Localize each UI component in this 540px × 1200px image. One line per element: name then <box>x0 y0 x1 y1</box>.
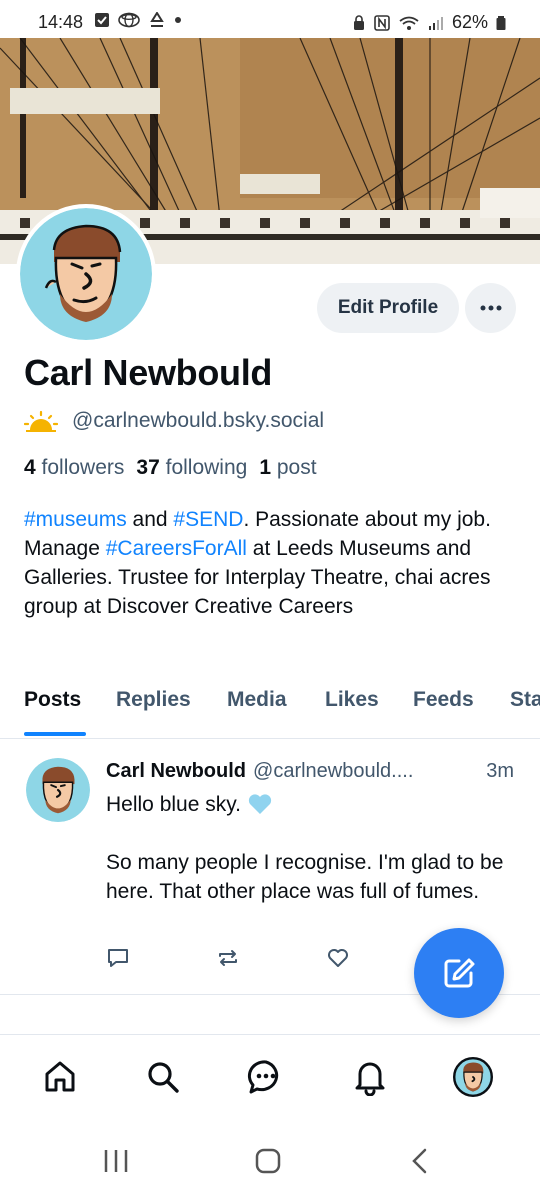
recycle-icon <box>150 12 164 27</box>
reply-button[interactable] <box>106 946 216 972</box>
ellipsis-icon <box>480 305 501 311</box>
nav-notifications[interactable] <box>348 1055 392 1099</box>
compose-icon <box>444 958 475 988</box>
tab-likes[interactable]: Likes <box>325 688 379 712</box>
notification-icons <box>94 12 182 28</box>
system-navigation-bar <box>0 1128 540 1200</box>
display-name: Carl Newbould <box>24 352 273 393</box>
tab-feeds[interactable]: Feeds <box>413 688 474 712</box>
post-handle[interactable]: @carlnewbould.... <box>253 760 413 783</box>
profile-stats: 4 followers 37 following 1 post <box>24 456 317 480</box>
bell-icon <box>355 1062 385 1096</box>
wifi-icon <box>399 16 419 30</box>
post-text: Hello blue sky. So many people I recogni… <box>106 793 510 903</box>
lock-icon <box>353 14 364 30</box>
status-right-icons: 62% <box>352 12 506 33</box>
chat-icon <box>247 1060 279 1094</box>
post-header: Carl Newbould @carlnewbould.... 3m <box>106 760 526 783</box>
avatar-image <box>20 208 152 340</box>
post-actions <box>106 946 436 972</box>
signal-icon <box>428 16 443 30</box>
avatar <box>453 1057 493 1097</box>
posts-stat: 1 post <box>259 456 317 479</box>
active-tab-indicator <box>24 732 86 736</box>
tab-posts[interactable]: Posts <box>24 688 81 712</box>
hashtag-link[interactable]: #museums <box>24 508 127 531</box>
post-author[interactable]: Carl Newbould <box>106 760 246 783</box>
nav-home[interactable] <box>38 1055 82 1099</box>
toyota-logo-icon <box>118 12 140 28</box>
post-avatar[interactable] <box>26 758 90 822</box>
dot-icon <box>175 17 181 23</box>
post-timestamp[interactable]: 3m <box>486 760 514 783</box>
tab-media[interactable]: Media <box>227 688 287 712</box>
hashtag-link[interactable]: #CareersForAll <box>106 537 247 560</box>
profile-avatar[interactable] <box>16 204 156 344</box>
light-blue-heart-icon <box>248 794 271 814</box>
status-time: 14:48 <box>38 12 84 32</box>
profile-handle: @carlnewbould.bsky.social <box>72 409 325 432</box>
repost-icon <box>219 950 237 966</box>
recent-apps-button[interactable] <box>102 1148 130 1179</box>
hashtag-link[interactable]: #SEND <box>173 508 243 531</box>
battery-icon <box>496 15 506 30</box>
handle-row: @carlnewbould.bsky.social <box>24 409 324 433</box>
tab-replies[interactable]: Replies <box>116 688 191 712</box>
search-icon <box>148 1062 179 1093</box>
speech-bubble-icon <box>108 949 128 967</box>
following-stat[interactable]: 37 following <box>136 456 247 480</box>
recent-apps-icon <box>104 1150 128 1172</box>
home-icon <box>45 1061 75 1092</box>
compose-button[interactable] <box>414 928 504 1018</box>
profile-bio: #museums and #SEND. Passionate about my … <box>24 508 491 618</box>
system-home-button[interactable] <box>254 1148 282 1179</box>
bottom-navigation <box>0 1034 540 1127</box>
followers-stat[interactable]: 4 followers <box>24 456 124 480</box>
repost-button[interactable] <box>216 946 326 972</box>
more-options-button[interactable] <box>465 283 516 333</box>
tab-starter-packs[interactable]: Sta <box>510 688 540 712</box>
system-back-button[interactable] <box>406 1148 434 1179</box>
profile-tabs: Posts Replies Media Likes Feeds Sta <box>0 682 540 739</box>
system-home-icon <box>255 1148 281 1174</box>
heart-icon <box>328 949 348 967</box>
sun-emoji-icon <box>24 410 58 432</box>
battery-percent: 62% <box>451 12 488 32</box>
nav-chat[interactable] <box>244 1055 288 1099</box>
nav-profile[interactable] <box>451 1055 495 1099</box>
checkbox-notification-icon <box>95 13 109 27</box>
nav-search[interactable] <box>141 1055 185 1099</box>
back-chevron-icon <box>412 1148 427 1174</box>
edit-profile-button[interactable]: Edit Profile <box>317 283 459 333</box>
nfc-icon <box>374 14 390 31</box>
avatar-image <box>26 758 90 822</box>
